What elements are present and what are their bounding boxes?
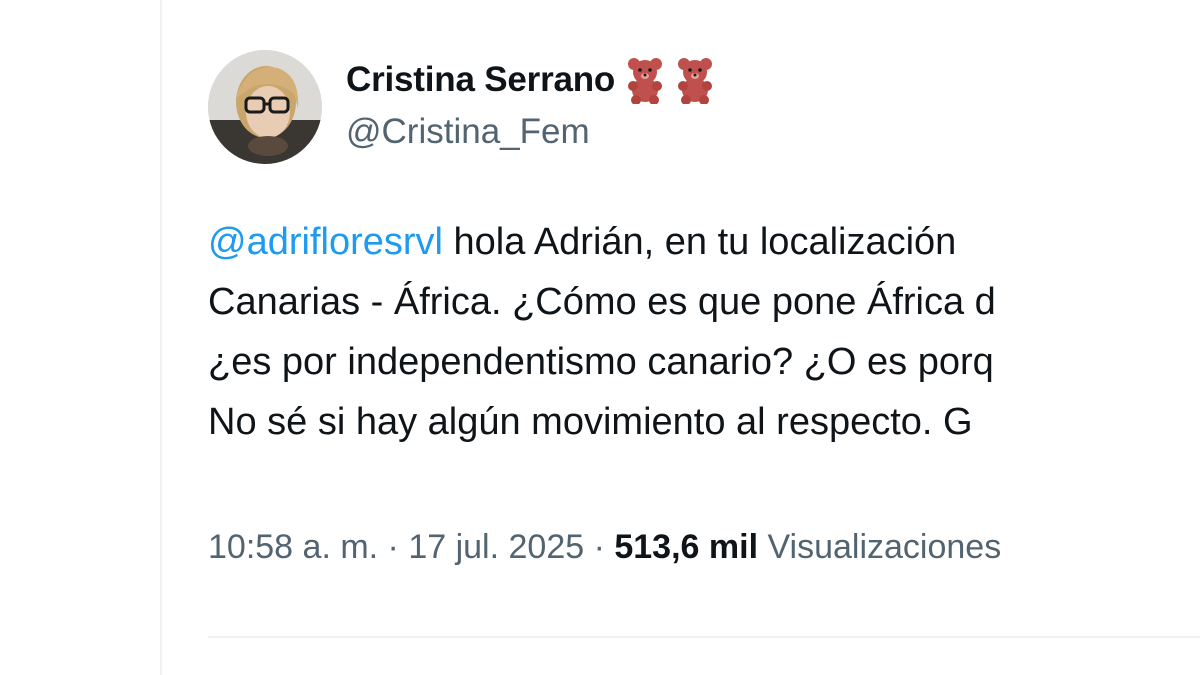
mention-link[interactable]: @adrifloresrvl (208, 221, 443, 263)
avatar-image (208, 50, 322, 164)
tweet-text: @adrifloresrvl hola Adrián, en tu locali… (208, 212, 1200, 452)
tweet-date[interactable]: 17 jul. 2025 (408, 528, 584, 566)
tweet-text-line: Canarias - África. ¿Cómo es que pone Áfr… (208, 272, 1200, 332)
tweet-text-segment: ¿es por independentismo canario? ¿O es p… (208, 341, 994, 383)
avatar[interactable] (208, 50, 322, 164)
tweet-time[interactable]: 10:58 a. m. (208, 528, 378, 566)
tweet-text-line: @adrifloresrvl hola Adrián, en tu locali… (208, 212, 1200, 272)
user-block: Cristina Serrano @Cristina_Fem (346, 56, 715, 152)
tweet-text-segment: Canarias - África. ¿Cómo es que pone Áfr… (208, 281, 996, 323)
tweet-text-segment: No sé si hay algún movimiento al respect… (208, 401, 973, 443)
teddy-bear-icon (625, 56, 665, 105)
tweet-text-line: ¿es por independentismo canario? ¿O es p… (208, 332, 1200, 392)
display-name[interactable]: Cristina Serrano (346, 60, 615, 100)
left-gutter (0, 0, 160, 675)
tweet-meta: 10:58 a. m. · 17 jul. 2025 · 513,6 mil V… (208, 528, 1001, 567)
page: Cristina Serrano @Cristina_Fem @adriflor… (0, 0, 1200, 675)
tweet-text-segment: hola Adrián, en tu localización (442, 221, 957, 263)
tweet: Cristina Serrano @Cristina_Fem @adriflor… (162, 0, 1200, 675)
views-count[interactable]: 513,6 mil (614, 528, 758, 566)
divider (208, 636, 1200, 638)
views-label: Visualizaciones (758, 528, 1002, 566)
user-handle[interactable]: @Cristina_Fem (346, 112, 715, 152)
meta-separator: · (378, 528, 409, 566)
meta-separator: · (584, 528, 615, 566)
tweet-text-line: No sé si hay algún movimiento al respect… (208, 392, 1200, 452)
display-name-row: Cristina Serrano (346, 56, 715, 105)
teddy-bear-icon (675, 56, 715, 105)
